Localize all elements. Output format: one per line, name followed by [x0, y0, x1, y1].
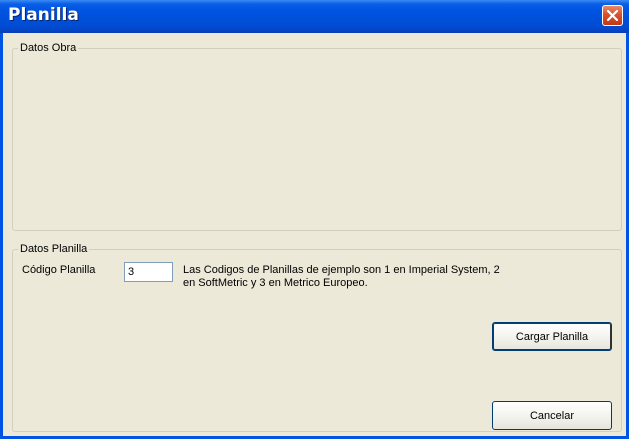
cancelar-button[interactable]: Cancelar [492, 401, 612, 430]
cargar-planilla-button[interactable]: Cargar Planilla [492, 322, 612, 351]
window-title: Planilla [8, 5, 79, 25]
close-button[interactable] [602, 5, 623, 26]
datos-obra-group: Datos Obra [12, 42, 622, 231]
planilla-dialog: Planilla Datos Obra Datos Planilla Códig… [0, 0, 629, 439]
datos-planilla-legend: Datos Planilla [18, 243, 90, 256]
codigo-planilla-input[interactable] [124, 262, 173, 282]
datos-obra-legend: Datos Obra [18, 42, 79, 55]
codigo-planilla-label: Código Planilla [22, 264, 96, 276]
title-bar[interactable]: Planilla [0, 0, 629, 33]
codigo-info-text: Las Codigos de Planillas de ejemplo son … [183, 264, 500, 289]
close-icon [606, 9, 619, 22]
